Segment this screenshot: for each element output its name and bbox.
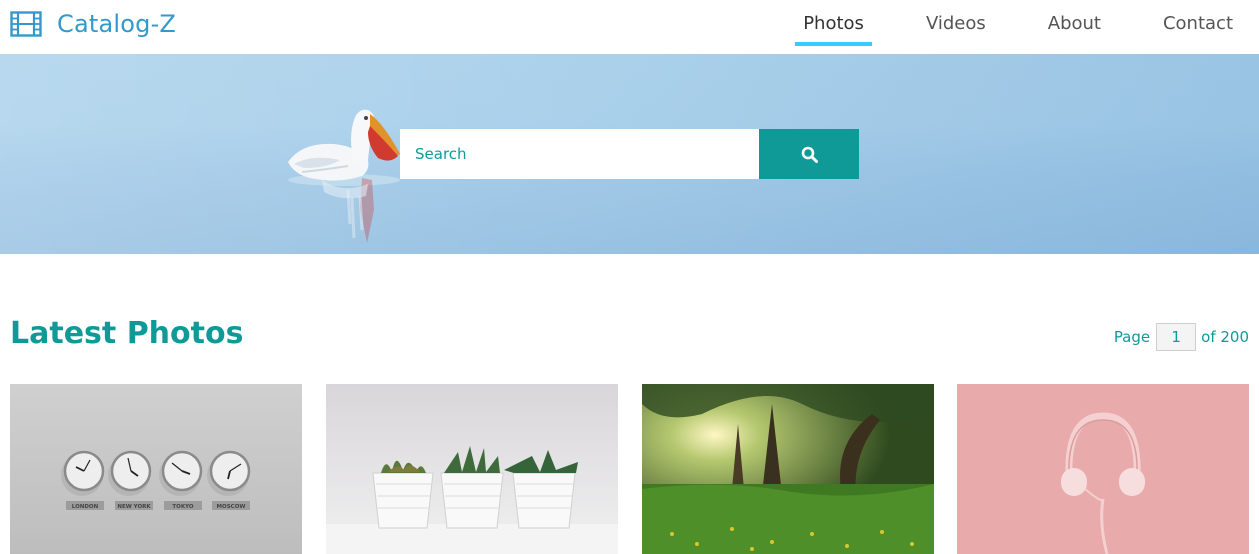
clock-label-london: LONDON: [72, 504, 99, 510]
film-icon: [10, 11, 42, 37]
gallery-item-headphones[interactable]: [957, 384, 1249, 554]
photo-gallery: LONDON NEW YORK TOKYO MOSCOW: [10, 384, 1249, 554]
nav-videos[interactable]: Videos: [918, 0, 994, 46]
pagination-prefix: Page: [1113, 328, 1151, 346]
headphones-photo: [957, 384, 1249, 554]
forest-photo: [642, 384, 934, 554]
search-form: [400, 129, 859, 179]
gallery-item-clocks[interactable]: LONDON NEW YORK TOKYO MOSCOW: [10, 384, 302, 554]
brand-name: Catalog-Z: [57, 10, 177, 38]
clocks-photo: LONDON NEW YORK TOKYO MOSCOW: [10, 384, 302, 554]
hero-banner: [0, 54, 1259, 254]
nav-contact[interactable]: Contact: [1155, 0, 1241, 46]
top-navbar: Catalog-Z Photos Videos About Contact: [0, 0, 1259, 54]
nav-photos[interactable]: Photos: [795, 0, 872, 46]
search-input[interactable]: [400, 129, 759, 179]
pelican-image: [288, 109, 400, 243]
nav-about[interactable]: About: [1040, 0, 1109, 46]
section-title: Latest Photos: [10, 316, 244, 351]
pagination: Page of 200: [1114, 323, 1249, 351]
main-nav: Photos Videos About Contact: [749, 0, 1241, 46]
search-button[interactable]: [759, 129, 859, 179]
gallery-item-forest[interactable]: [642, 384, 934, 554]
pagination-suffix: of 200: [1201, 328, 1249, 346]
brand-link[interactable]: Catalog-Z: [10, 6, 176, 42]
page-number-input[interactable]: [1156, 323, 1197, 351]
gallery-item-succulents[interactable]: [326, 384, 618, 554]
succulents-photo: [326, 384, 618, 554]
clock-label-tokyo: TOKYO: [172, 504, 193, 510]
clock-label-moscow: MOSCOW: [217, 504, 246, 510]
search-icon: [801, 146, 818, 163]
clock-label-new-york: NEW YORK: [117, 504, 151, 510]
